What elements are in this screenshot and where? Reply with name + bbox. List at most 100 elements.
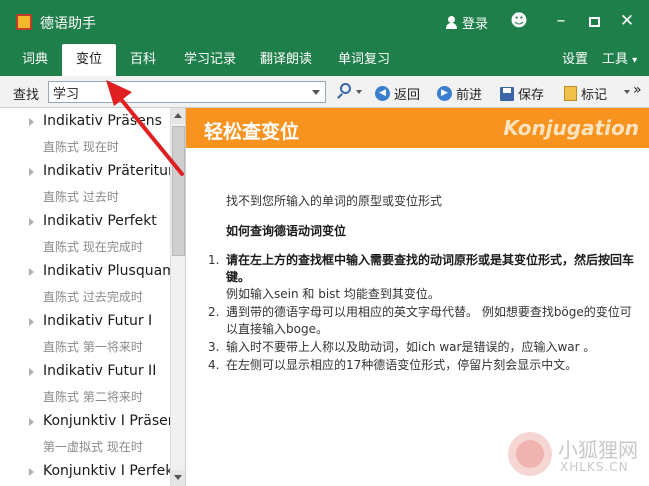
back-arrow-icon: ◀ — [375, 86, 390, 101]
smiley-icon[interactable]: ☻ — [508, 10, 530, 32]
step-number: 1. — [208, 253, 220, 267]
list-item[interactable]: Indikativ Präsens 直陈式 现在时 — [0, 108, 170, 158]
step-bold-text: 请在左上方的查找框中输入需要查找的动词原形或是其变位形式，然后按回车键。 — [226, 253, 635, 284]
list-item[interactable]: Indikativ Futur I 直陈式 第一将来时 — [0, 308, 170, 358]
save-label: 保存 — [518, 88, 545, 103]
step-text: 遇到带的德语字母可以用相应的英文字母代替。 例如想要查找böge的变位可以直接输… — [226, 305, 632, 336]
list-item-subtitle: 直陈式 第一将来时 — [43, 340, 143, 354]
howto-steps: 1. 请在左上方的查找框中输入需要查找的动词原形或是其变位形式，然后按回车键。 … — [208, 252, 643, 375]
scroll-down-icon[interactable] — [171, 470, 185, 486]
step-item: 2. 遇到带的德语字母可以用相应的英文字母代替。 例如想要查找böge的变位可以… — [208, 304, 643, 338]
mark-label: 标记 — [581, 88, 608, 103]
forward-label: 前进 — [456, 88, 483, 103]
toolbar: 查找 ◀ 返回 ▶ 前进 保存 标记 » — [0, 76, 649, 108]
mark-dropdown-icon[interactable] — [624, 90, 630, 94]
forward-button[interactable]: ▶ 前进 — [437, 84, 482, 103]
login-button[interactable]: 登录 — [446, 13, 488, 32]
list-item[interactable]: Konjunktiv I Präsens 第一虚拟式 现在时 — [0, 408, 184, 458]
scroll-up-icon[interactable] — [171, 108, 185, 124]
search-box[interactable] — [48, 81, 326, 103]
search-label: 查找 — [13, 88, 40, 103]
search-input[interactable] — [49, 82, 299, 102]
chevron-down-icon: ▾ — [632, 55, 638, 66]
conjugation-list: Indikativ Präsens 直陈式 现在时 Indikativ Prät… — [0, 108, 186, 486]
watermark-text: 小狐狸网 — [558, 438, 638, 462]
list-item-title: Indikativ Futur I — [43, 313, 153, 329]
menu-bar: 词典 变位 百科 学习记录 翻译朗读 单词复习 设置 工具 ▾ — [0, 44, 649, 76]
bookmark-icon — [564, 86, 577, 101]
list-item[interactable]: Indikativ Präteritum 直陈式 过去时 — [0, 158, 182, 208]
close-icon[interactable]: ✕ — [616, 10, 638, 32]
toolbar-overflow-button[interactable]: » — [633, 82, 642, 98]
step-text: 输入时不要带上人称以及助动词，如ich war是错误的，应输入war 。 — [226, 340, 596, 354]
fox-logo-icon — [508, 432, 552, 476]
search-icon[interactable] — [335, 82, 357, 102]
maximize-icon[interactable] — [583, 10, 605, 32]
expand-icon[interactable] — [29, 118, 34, 126]
mark-button[interactable]: 标记 — [564, 84, 607, 103]
save-button[interactable]: 保存 — [500, 84, 544, 103]
step-item: 1. 请在左上方的查找框中输入需要查找的动词原形或是其变位形式，然后按回车键。 … — [208, 252, 643, 303]
minimize-icon[interactable]: – — [550, 10, 572, 32]
watermark: 小狐狸网 XHLKS.CN — [508, 432, 648, 484]
list-item-subtitle: 直陈式 第二将来时 — [43, 390, 143, 404]
tab-dictionary[interactable]: 词典 — [12, 44, 58, 76]
watermark-subtext: XHLKS.CN — [560, 460, 629, 474]
list-item-subtitle: 直陈式 过去时 — [43, 190, 119, 204]
step-text: 在左侧可以显示相应的17种德语变位形式，停留片刻会显示中文。 — [226, 358, 578, 372]
list-item-title: Indikativ Plusquamperfekt — [43, 263, 185, 279]
search-dropdown-icon[interactable] — [356, 90, 362, 94]
expand-icon[interactable] — [29, 418, 34, 426]
step-number: 2. — [208, 305, 220, 319]
expand-icon[interactable] — [29, 368, 34, 376]
expand-icon[interactable] — [29, 218, 34, 226]
step-item: 3. 输入时不要带上人称以及助动词，如ich war是错误的，应输入war 。 — [208, 339, 643, 356]
tools-menu[interactable]: 工具 ▾ — [602, 44, 637, 76]
dropdown-arrow-icon[interactable] — [312, 90, 320, 95]
content-panel: 轻松查变位 Konjugation 找不到您所输入的单词的原型或变位形式 如何查… — [186, 108, 649, 486]
settings-menu[interactable]: 设置 — [562, 44, 588, 76]
save-icon — [500, 86, 514, 101]
banner-title: 轻松查变位 — [204, 121, 300, 143]
tools-label: 工具 — [602, 52, 629, 67]
tab-encyclopedia[interactable]: 百科 — [120, 44, 166, 76]
step-number: 3. — [208, 340, 220, 354]
step-item: 4. 在左侧可以显示相应的17种德语变位形式，停留片刻会显示中文。 — [208, 357, 643, 374]
list-scrollbar[interactable] — [170, 108, 185, 486]
back-button[interactable]: ◀ 返回 — [375, 84, 420, 103]
app-icon — [16, 14, 32, 30]
expand-icon[interactable] — [29, 268, 34, 276]
list-item[interactable]: Indikativ Futur II 直陈式 第二将来时 — [0, 358, 170, 408]
list-item-title: Konjunktiv I Präsens — [43, 413, 184, 429]
list-item[interactable]: Indikativ Perfekt 直陈式 现在完成时 — [0, 208, 170, 258]
list-item-title: Indikativ Perfekt — [43, 213, 157, 229]
list-item-title: Indikativ Präsens — [43, 113, 162, 129]
list-item-subtitle: 直陈式 过去完成时 — [43, 290, 143, 304]
expand-icon[interactable] — [29, 168, 34, 176]
step-text: 例如输入sein 和 bist 均能查到其变位。 — [226, 287, 440, 301]
list-item[interactable]: Konjunktiv I Perfekt — [0, 458, 179, 486]
list-item-subtitle: 第一虚拟式 现在时 — [43, 440, 143, 454]
list-item-subtitle: 直陈式 现在完成时 — [43, 240, 143, 254]
howto-heading: 如何查询德语动词变位 — [226, 224, 347, 238]
list-item-subtitle: 直陈式 现在时 — [43, 140, 119, 154]
list-item-title: Konjunktiv I Perfekt — [43, 463, 179, 479]
banner-subtitle: Konjugation — [503, 116, 639, 140]
content-banner: 轻松查变位 Konjugation — [186, 108, 649, 148]
list-item[interactable]: Indikativ Plusquamperfekt 直陈式 过去完成时 — [0, 258, 185, 308]
tab-study-history[interactable]: 学习记录 — [178, 44, 242, 76]
expand-icon[interactable] — [29, 318, 34, 326]
not-found-message: 找不到您所输入的单词的原型或变位形式 — [226, 194, 443, 208]
list-item-title: Indikativ Futur II — [43, 363, 157, 379]
forward-arrow-icon: ▶ — [437, 86, 452, 101]
tab-conjugation[interactable]: 变位 — [62, 44, 116, 76]
login-label: 登录 — [462, 17, 489, 32]
tab-translate-read[interactable]: 翻译朗读 — [254, 44, 318, 76]
back-label: 返回 — [394, 88, 421, 103]
tab-word-review[interactable]: 单词复习 — [332, 44, 396, 76]
list-item-title: Indikativ Präteritum — [43, 163, 182, 179]
person-icon — [446, 16, 457, 29]
step-number: 4. — [208, 358, 220, 372]
expand-icon[interactable] — [29, 468, 34, 476]
scrollbar-thumb[interactable] — [172, 126, 185, 256]
